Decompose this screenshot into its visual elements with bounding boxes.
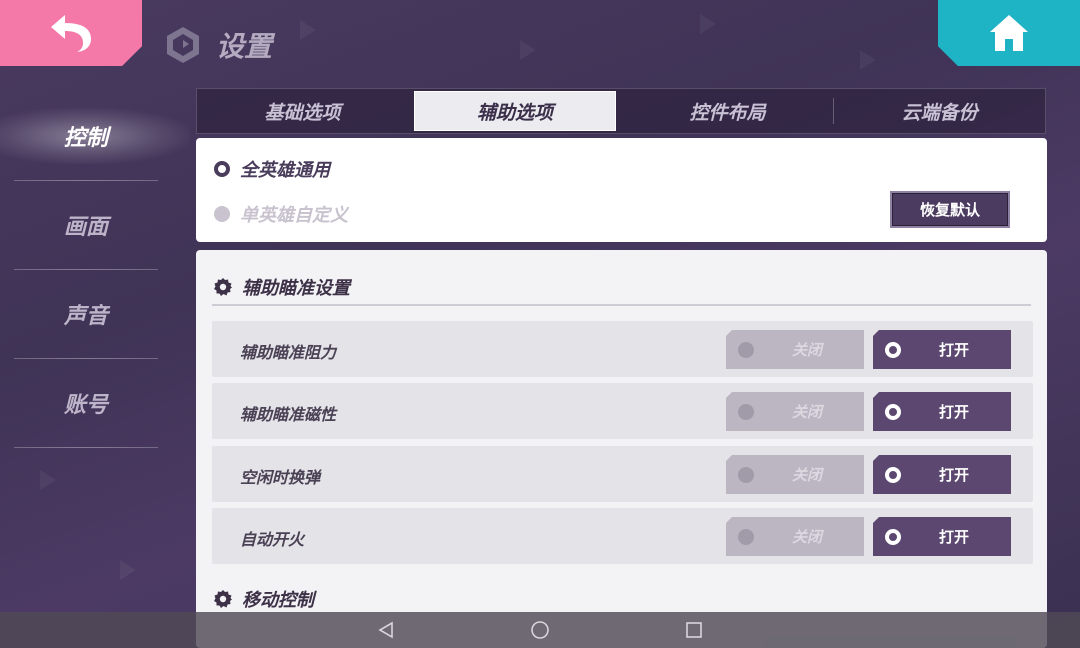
option-off-button[interactable]: 关闭 — [726, 517, 864, 556]
setting-label: 自动开火 — [240, 530, 305, 549]
sidebar-item-control[interactable]: 控制 — [0, 92, 190, 180]
option-on-label: 打开 — [938, 466, 969, 484]
option-on-label: 打开 — [938, 341, 969, 359]
sidebar-item-label: 画面 — [63, 215, 108, 240]
radio-unselected-icon — [214, 206, 230, 222]
setting-label: 辅助瞄准阻力 — [240, 343, 337, 362]
back-arrow-icon — [51, 15, 91, 52]
sidebar: 控制 画面 声音 账号 — [0, 92, 190, 448]
section-move-title: 移动控制 — [242, 590, 314, 611]
option-off-button[interactable]: 关闭 — [726, 455, 864, 494]
option-off-label: 关闭 — [791, 528, 822, 546]
bg-decoration — [520, 40, 536, 60]
option-on-label: 打开 — [938, 528, 969, 546]
settings-logo-icon — [167, 27, 199, 63]
sidebar-item-label: 声音 — [63, 304, 108, 329]
page-header: 设置 — [164, 22, 272, 68]
tab-cloud-backup[interactable]: 云端备份 — [834, 91, 1045, 131]
section-move-header: 移动控制 — [214, 586, 314, 612]
option-on-label: 打开 — [938, 403, 969, 421]
setting-label: 辅助瞄准磁性 — [240, 405, 337, 424]
gear-icon — [214, 590, 232, 608]
divider — [212, 304, 1031, 306]
option-off-label: 关闭 — [791, 341, 822, 359]
back-button[interactable] — [0, 0, 142, 66]
sidebar-item-label: 控制 — [63, 126, 108, 151]
section-aim-header: 辅助瞄准设置 — [214, 274, 350, 300]
page-title: 设置 — [216, 30, 273, 63]
bg-decoration — [40, 470, 56, 490]
home-icon — [990, 15, 1028, 51]
mode-single-hero-label: 单英雄自定义 — [240, 205, 348, 226]
nav-back-button[interactable] — [368, 615, 404, 645]
setting-row-aim-resistance: 辅助瞄准阻力 关闭 打开 — [212, 321, 1033, 377]
sidebar-item-display[interactable]: 画面 — [0, 181, 172, 269]
option-on-button[interactable]: 打开 — [873, 330, 1011, 369]
nav-recents-icon — [686, 622, 702, 638]
bg-decoration — [120, 560, 136, 580]
home-button[interactable] — [938, 0, 1080, 66]
setting-label: 空闲时换弹 — [240, 468, 321, 487]
option-off-button[interactable]: 关闭 — [726, 330, 864, 369]
bg-decoration — [860, 50, 876, 70]
tab-basic[interactable]: 基础选项 — [197, 91, 408, 131]
option-off-label: 关闭 — [791, 403, 822, 421]
tab-layout[interactable]: 控件布局 — [622, 91, 833, 131]
nav-back-icon — [378, 621, 393, 639]
option-on-button[interactable]: 打开 — [873, 517, 1011, 556]
tab-bar: 基础选项 辅助选项 控件布局 云端备份 — [196, 88, 1046, 134]
mode-single-hero-radio[interactable]: 单英雄自定义 — [214, 201, 348, 227]
tab-assist[interactable]: 辅助选项 — [413, 91, 617, 131]
restore-default-button[interactable]: 恢复默认 — [890, 191, 1010, 228]
nav-home-button[interactable] — [522, 615, 558, 645]
sidebar-item-sound[interactable]: 声音 — [0, 270, 172, 358]
section-aim-title: 辅助瞄准设置 — [242, 278, 350, 299]
option-on-button[interactable]: 打开 — [873, 392, 1011, 431]
radio-selected-icon — [214, 161, 230, 177]
assist-settings-panel: 辅助瞄准设置 辅助瞄准阻力 关闭 打开 辅助瞄准磁性 关闭 打开 空闲时换弹 关… — [196, 250, 1047, 648]
option-on-button[interactable]: 打开 — [873, 455, 1011, 494]
hero-mode-card: 全英雄通用 单英雄自定义 恢复默认 — [196, 138, 1047, 242]
setting-row-aim-magnetism: 辅助瞄准磁性 关闭 打开 — [212, 383, 1033, 439]
mode-all-heroes-label: 全英雄通用 — [240, 160, 330, 181]
option-off-button[interactable]: 关闭 — [726, 392, 864, 431]
nav-home-icon — [531, 621, 549, 639]
gear-icon — [214, 278, 232, 296]
system-nav-bar — [0, 612, 1080, 648]
nav-recents-button[interactable] — [676, 615, 712, 645]
sidebar-item-label: 账号 — [63, 393, 108, 418]
mode-all-heroes-radio[interactable]: 全英雄通用 — [214, 156, 330, 182]
sidebar-item-account[interactable]: 账号 — [0, 359, 172, 447]
option-off-label: 关闭 — [791, 466, 822, 484]
setting-row-idle-reload: 空闲时换弹 关闭 打开 — [212, 446, 1033, 502]
divider — [14, 447, 158, 448]
bg-decoration — [300, 20, 316, 40]
bg-decoration — [700, 14, 716, 34]
setting-row-auto-fire: 自动开火 关闭 打开 — [212, 508, 1033, 564]
